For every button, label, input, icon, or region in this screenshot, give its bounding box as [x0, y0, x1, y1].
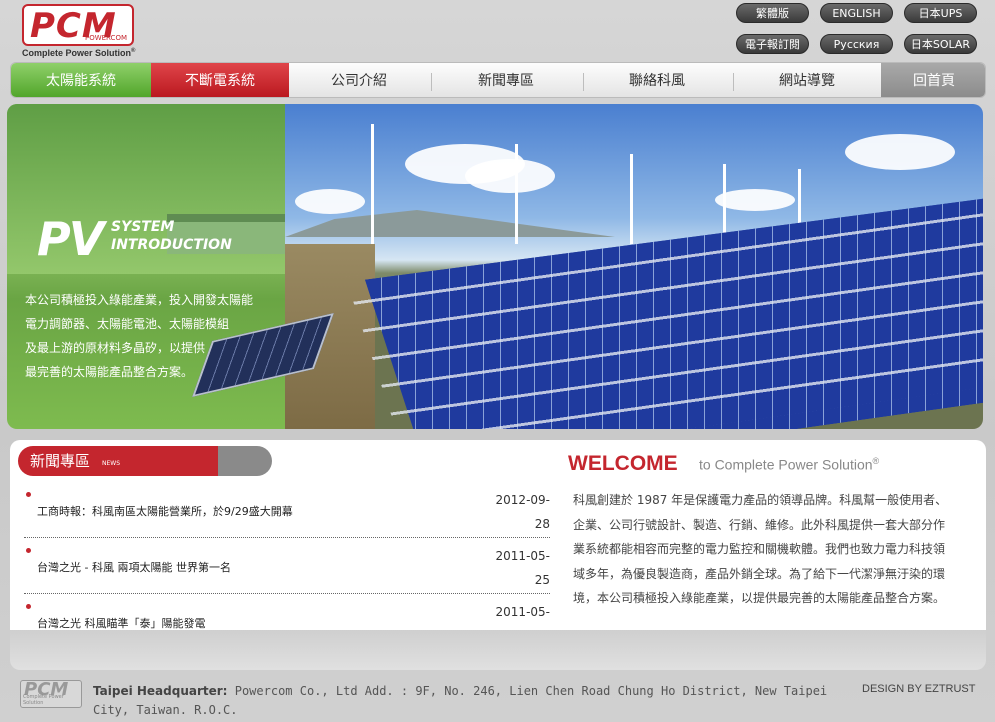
pv-title: PV	[37, 212, 104, 266]
news-title[interactable]: 台灣之光 科風瞄準「泰」陽能發電	[37, 615, 206, 631]
news-title[interactable]: 台灣之光 - 科風 兩項太陽能 世界第一名	[37, 559, 231, 575]
main-nav: 太陽能系統 不斷電系統 公司介紹 新聞專區 聯絡科風 網站導覽 回首頁	[10, 62, 986, 98]
welcome-subtitle: to Complete Power Solution®	[699, 456, 880, 473]
logo-tagline: Complete Power Solution	[22, 48, 132, 58]
news-date: 2012-09-28	[495, 493, 550, 531]
lang-japan-solar-button[interactable]: 日本SOLAR	[904, 34, 977, 54]
nav-solar-system[interactable]: 太陽能系統	[11, 63, 151, 97]
pv-subtitle: SYSTEM INTRODUCTION	[111, 219, 232, 253]
news-heading[interactable]: 新聞專區 NEWS	[18, 446, 272, 476]
pv-intro-panel: PV SYSTEM INTRODUCTION 本公司積極投入綠能產業，投入開發太…	[7, 104, 334, 429]
solar-field-photo	[285, 104, 983, 429]
news-date: 2011-05-25	[495, 549, 550, 587]
footer-address: Taipei Headquarter: Powercom Co., Ltd Ad…	[93, 682, 853, 720]
lang-traditional-button[interactable]: 繁體版	[736, 3, 809, 23]
bullet-icon	[26, 548, 31, 553]
nav-ups-system[interactable]: 不斷電系統	[151, 63, 289, 97]
logo-mark: PCM POWERCOM	[22, 4, 134, 46]
nav-contact[interactable]: 聯絡科風	[583, 63, 731, 97]
nav-home[interactable]: 回首頁	[881, 63, 985, 97]
bullet-icon	[26, 492, 31, 497]
content-bottom-bar	[10, 630, 986, 670]
newsletter-button[interactable]: 電子報訂閱	[736, 34, 809, 54]
welcome-body: 科風創建於 1987 年是保護電力產品的領導品牌。科風幫一般使用者、企業、公司行…	[573, 493, 948, 605]
lang-japan-ups-button[interactable]: 日本UPS	[904, 3, 977, 23]
welcome-title: WELCOME	[568, 452, 678, 475]
nav-news[interactable]: 新聞專區	[431, 63, 581, 97]
nav-about[interactable]: 公司介紹	[289, 63, 429, 97]
news-title[interactable]: 工商時報：科風南區太陽能營業所，於9/29盛大開幕	[37, 503, 293, 519]
news-item[interactable]: 工商時報：科風南區太陽能營業所，於9/29盛大開幕 2012-09-28	[24, 482, 550, 538]
design-credit[interactable]: DESIGN BY EZTRUST	[862, 683, 975, 695]
site-logo[interactable]: PCM POWERCOM Complete Power Solution®	[22, 4, 142, 60]
hq-label: Taipei Headquarter:	[93, 684, 228, 698]
news-item[interactable]: 台灣之光 - 科風 兩項太陽能 世界第一名 2011-05-25	[24, 538, 550, 594]
bullet-icon	[26, 604, 31, 609]
nav-sitemap[interactable]: 網站導覽	[733, 63, 881, 97]
footer-logo: PCM Complete Power Solution	[20, 679, 82, 708]
lang-russian-button[interactable]: Русския	[820, 34, 893, 54]
logo-sub: POWERCOM	[84, 34, 127, 42]
lang-english-button[interactable]: ENGLISH	[820, 3, 893, 23]
hero-banner: PV SYSTEM INTRODUCTION 本公司積極投入綠能產業，投入開發太…	[7, 104, 983, 429]
